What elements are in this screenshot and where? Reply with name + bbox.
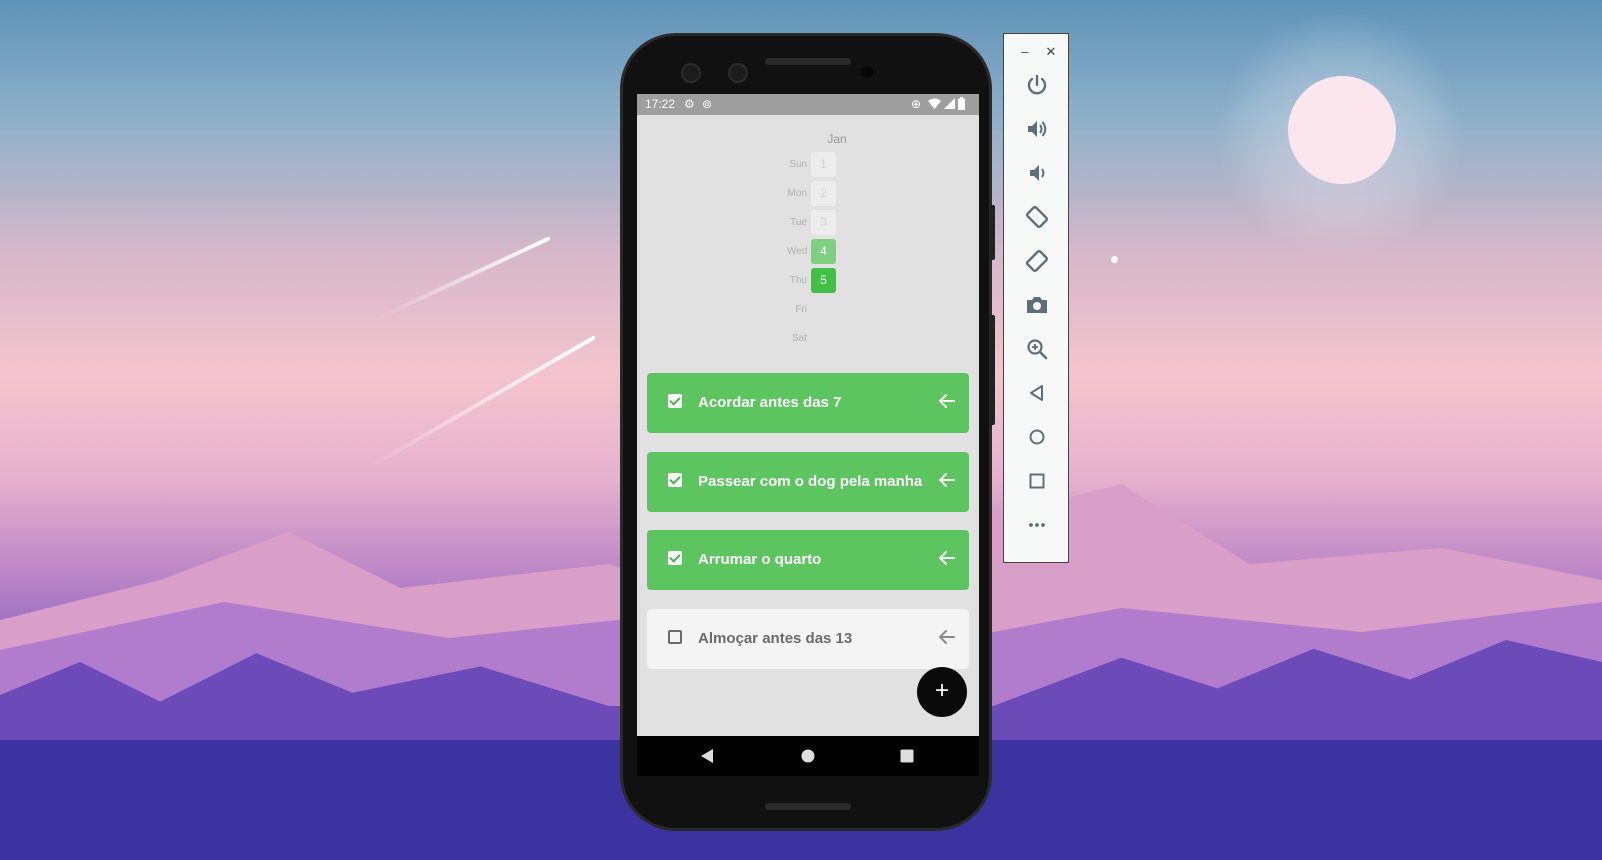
more-icon[interactable] (1022, 510, 1052, 540)
earpiece-speaker (765, 58, 851, 65)
arrow-left-icon[interactable] (935, 625, 959, 649)
task-card[interactable]: Acordar antes das 7 (647, 373, 969, 433)
close-icon[interactable]: ✕ (1042, 44, 1060, 60)
sun (1288, 76, 1396, 184)
arrow-left-icon[interactable] (935, 546, 959, 570)
calendar-day-label: Wed (787, 246, 808, 257)
emulator-toolbar: – ✕ (1003, 33, 1069, 563)
meteor (376, 236, 551, 321)
checkbox-unchecked-icon[interactable] (668, 629, 682, 644)
calendar-day-label: Fri (795, 304, 807, 315)
sync-icon: ⊚ (702, 97, 713, 111)
camera-icon[interactable] (1022, 290, 1052, 320)
back-icon[interactable] (1022, 378, 1052, 408)
status-time: 17:22 (645, 97, 676, 111)
star (1111, 256, 1118, 263)
calendar-day-cell: 3 (811, 210, 836, 235)
overview-icon[interactable] (1022, 466, 1052, 496)
front-camera (681, 63, 701, 83)
rotate-left-icon[interactable] (1022, 202, 1052, 232)
navigation-bar (637, 736, 979, 776)
checkbox-checked-icon[interactable] (668, 551, 682, 565)
signal-icon (944, 98, 955, 109)
calendar-day-label: Tue (790, 217, 807, 228)
calendar-day-label: Sat (791, 333, 807, 344)
zoom-icon[interactable] (1022, 334, 1052, 364)
volume-down-icon[interactable] (1022, 158, 1052, 188)
task-card[interactable]: Passear com o dog pela manha (647, 451, 969, 512)
task-label: Passear com o dog pela manha (698, 472, 923, 490)
status-bar: 17:22 ⚙ ⊚ ⊕ (637, 94, 979, 115)
power-icon[interactable] (1022, 70, 1052, 100)
phone-screen: 17:22 ⚙ ⊚ ⊕ Jan Sun 1 Mon 2 Tue 3 Wed 4 Thu 5 Fri S… (637, 94, 979, 776)
add-task-button[interactable]: + (917, 667, 967, 717)
proximity-sensor (861, 66, 873, 78)
task-label: Acordar antes das 7 (698, 394, 842, 411)
calendar-day-cell: 4 (811, 239, 836, 264)
calendar-day-cell: 5 (811, 268, 836, 293)
calendar-day-label: Thu (789, 275, 807, 286)
minimize-icon[interactable]: – (1016, 44, 1034, 59)
nav-overview-icon[interactable] (887, 736, 927, 776)
data-saver-icon: ⊕ (911, 97, 922, 111)
home-icon[interactable] (1022, 422, 1052, 452)
calendar-month: Jan (827, 132, 847, 146)
calendar-day-cell: 2 (811, 181, 836, 206)
task-card[interactable]: Arrumar o quarto (647, 530, 969, 590)
rotate-right-icon[interactable] (1022, 246, 1052, 276)
front-sensor (728, 63, 748, 83)
calendar-day-label: Mon (787, 188, 807, 199)
task-label: Arrumar o quarto (698, 551, 822, 568)
checkbox-checked-icon[interactable] (668, 394, 682, 408)
bottom-speaker (765, 803, 851, 810)
phone-volume-key (990, 315, 995, 425)
arrow-left-icon[interactable] (935, 468, 959, 492)
arrow-left-icon[interactable] (935, 389, 959, 413)
phone-power-key (990, 205, 995, 260)
calendar-day-label: Sun (789, 159, 807, 170)
nav-back-icon[interactable] (687, 736, 727, 776)
settings-icon: ⚙ (684, 97, 695, 111)
volume-up-icon[interactable] (1022, 114, 1052, 144)
nav-home-icon[interactable] (788, 736, 828, 776)
battery-icon (958, 97, 965, 110)
meteor (368, 335, 596, 469)
wifi-icon (928, 98, 941, 109)
task-label: Almoçar antes das 13 (698, 629, 853, 647)
task-card[interactable]: Almoçar antes das 13 (647, 608, 969, 669)
checkbox-checked-icon[interactable] (668, 472, 682, 487)
calendar-day-cell: 1 (811, 152, 836, 177)
